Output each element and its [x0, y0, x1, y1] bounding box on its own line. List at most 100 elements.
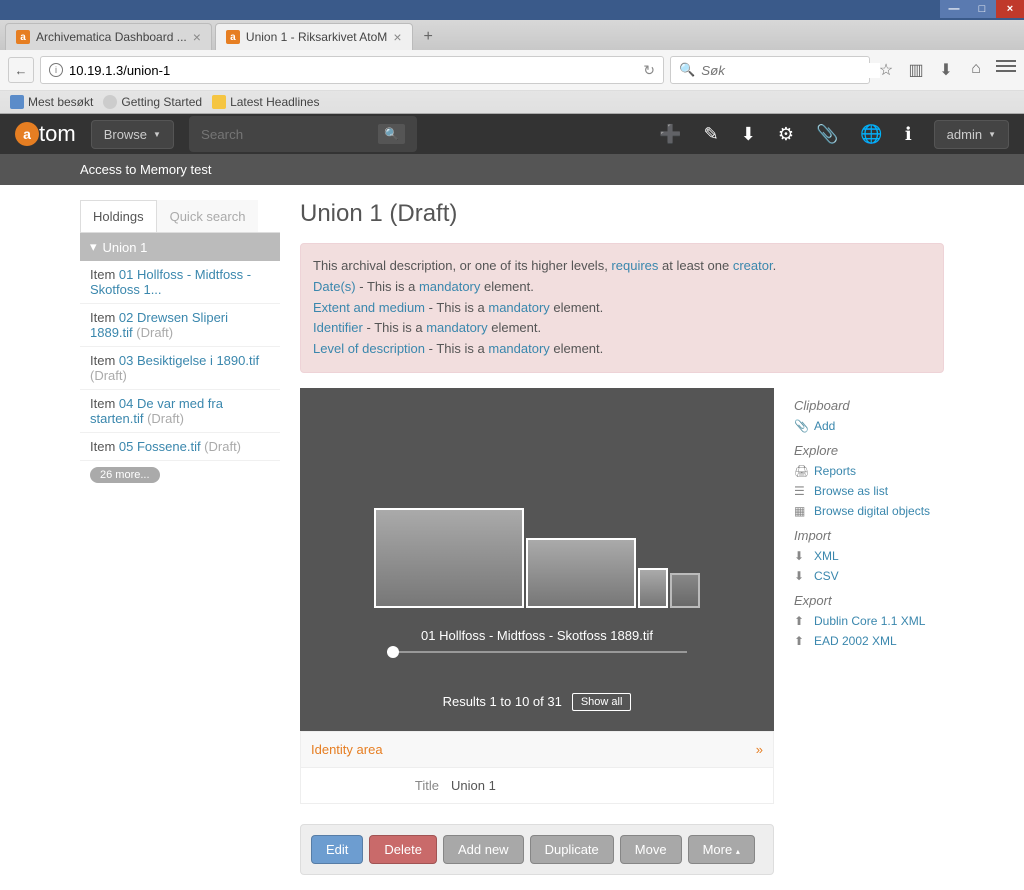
browser-tab-active[interactable]: a Union 1 - Riksarkivet AtoM × [215, 23, 413, 50]
explore-heading: Explore [794, 443, 944, 458]
tree-item[interactable]: Item 04 De var med fra starten.tif (Draf… [80, 390, 280, 433]
mandatory-link[interactable]: mandatory [419, 279, 480, 294]
reports-link[interactable]: 🖨Reports [794, 464, 944, 478]
delete-button[interactable]: Delete [369, 835, 437, 864]
language-icon[interactable]: 🌐 [860, 124, 882, 145]
requires-link[interactable]: requires [611, 258, 658, 273]
more-button[interactable]: More ▴ [688, 835, 755, 864]
tree-root[interactable]: ▾ Union 1 [80, 233, 280, 261]
list-icon: ☰ [794, 484, 808, 498]
results-count: Results 1 to 10 of 31 [443, 694, 562, 709]
export-dc-link[interactable]: ⬆Dublin Core 1.1 XML [794, 614, 944, 628]
validation-alert: This archival description, or one of its… [300, 243, 944, 373]
edit-button[interactable]: Edit [311, 835, 363, 864]
browse-dropdown[interactable]: Browse ▼ [91, 120, 174, 149]
bookmark-item[interactable]: Latest Headlines [212, 95, 319, 109]
bookmark-icon [103, 95, 117, 109]
home-icon[interactable]: ⌂ [966, 60, 986, 80]
item-link[interactable]: 05 Fossene.tif [119, 439, 201, 454]
tab-close-icon[interactable]: × [193, 29, 201, 45]
collapse-arrow-icon: ▾ [90, 239, 97, 255]
dates-link[interactable]: Date(s) [313, 279, 356, 294]
library-icon[interactable]: ▥ [906, 60, 926, 80]
new-tab-button[interactable]: + [416, 24, 441, 50]
settings-icon[interactable]: ⚙ [778, 124, 794, 145]
add-new-button[interactable]: Add new [443, 835, 524, 864]
chevron-up-icon: ▴ [736, 847, 740, 856]
back-button[interactable]: ← [8, 57, 34, 83]
tree-item[interactable]: Item 02 Drewsen Sliperi 1889.tif (Draft) [80, 304, 280, 347]
url-input[interactable] [69, 63, 637, 78]
import-heading: Import [794, 528, 944, 543]
thumbnail[interactable] [638, 568, 668, 608]
search-button-icon[interactable]: 🔍 [378, 124, 405, 144]
import-icon[interactable]: ⬇ [741, 124, 756, 145]
window-close-button[interactable]: × [996, 0, 1024, 18]
item-type-label: Item [90, 396, 119, 411]
atom-logo[interactable]: atom [15, 121, 76, 147]
app-search-input[interactable] [201, 127, 378, 142]
info-icon[interactable]: ℹ [905, 124, 912, 145]
tab-title: Union 1 - Riksarkivet AtoM [246, 30, 387, 44]
chevron-down-icon: ▼ [153, 130, 161, 139]
bookmark-icon [212, 95, 226, 109]
import-csv-link[interactable]: ⬇CSV [794, 569, 944, 583]
item-link[interactable]: 03 Besiktigelse i 1890.tif [119, 353, 259, 368]
bookmark-item[interactable]: Getting Started [103, 95, 202, 109]
item-type-label: Item [90, 267, 119, 282]
thumbnail[interactable] [670, 573, 700, 608]
downloads-icon[interactable]: ⬇ [936, 60, 956, 80]
site-title[interactable]: Access to Memory test [0, 154, 1024, 185]
browse-list-link[interactable]: ☰Browse as list [794, 484, 944, 498]
more-items-badge[interactable]: 26 more... [90, 467, 160, 483]
duplicate-button[interactable]: Duplicate [530, 835, 614, 864]
browser-tab[interactable]: a Archivematica Dashboard ... × [5, 23, 212, 50]
bookmark-item[interactable]: Mest besøkt [10, 95, 93, 109]
carousel-slider[interactable] [387, 651, 687, 653]
tree-item[interactable]: Item 05 Fossene.tif (Draft) [80, 433, 280, 461]
add-icon[interactable]: ➕ [659, 124, 681, 145]
item-type-label: Item [90, 310, 119, 325]
item-type-label: Item [90, 353, 119, 368]
tab-favicon-icon: a [226, 30, 240, 44]
tree-item[interactable]: Item 03 Besiktigelse i 1890.tif (Draft) [80, 347, 280, 390]
clipboard-add-link[interactable]: 📎Add [794, 419, 944, 433]
window-maximize-button[interactable]: □ [968, 0, 996, 18]
refresh-icon[interactable]: ↻ [643, 62, 655, 79]
edit-icon[interactable]: ✎ [704, 124, 719, 145]
move-button[interactable]: Move [620, 835, 682, 864]
title-field-value: Union 1 [451, 778, 496, 793]
mandatory-link[interactable]: mandatory [488, 341, 549, 356]
tab-holdings[interactable]: Holdings [80, 200, 157, 232]
tab-close-icon[interactable]: × [393, 29, 401, 45]
draft-badge: (Draft) [143, 411, 183, 426]
user-menu[interactable]: admin ▼ [934, 120, 1009, 149]
export-heading: Export [794, 593, 944, 608]
identity-section-header[interactable]: Identity area » [300, 731, 774, 768]
bookmark-star-icon[interactable]: ☆ [876, 60, 896, 80]
export-ead-link[interactable]: ⬆EAD 2002 XML [794, 634, 944, 648]
thumbnail[interactable] [374, 508, 524, 608]
browser-search-input[interactable] [701, 63, 880, 78]
creator-link[interactable]: creator [733, 258, 773, 273]
level-link[interactable]: Level of description [313, 341, 425, 356]
import-xml-link[interactable]: ⬇XML [794, 549, 944, 563]
menu-button[interactable] [996, 60, 1016, 80]
show-all-button[interactable]: Show all [572, 693, 632, 711]
address-bar[interactable]: i ↻ [40, 56, 664, 84]
tree-item[interactable]: Item 01 Hollfoss - Midtfoss - Skotfoss 1… [80, 261, 280, 304]
tab-quick-search[interactable]: Quick search [157, 200, 259, 232]
mandatory-link[interactable]: mandatory [426, 320, 487, 335]
mandatory-link[interactable]: mandatory [488, 300, 549, 315]
thumbnail[interactable] [526, 538, 636, 608]
clip-icon[interactable]: 📎 [816, 124, 838, 145]
upload-icon: ⬆ [794, 634, 808, 648]
window-minimize-button[interactable]: — [940, 0, 968, 18]
site-info-icon[interactable]: i [49, 63, 63, 77]
bookmark-icon [10, 95, 24, 109]
grid-icon: ▦ [794, 504, 808, 518]
browse-digital-link[interactable]: ▦Browse digital objects [794, 504, 944, 518]
identifier-link[interactable]: Identifier [313, 320, 363, 335]
extent-link[interactable]: Extent and medium [313, 300, 425, 315]
slider-handle[interactable] [387, 646, 399, 658]
